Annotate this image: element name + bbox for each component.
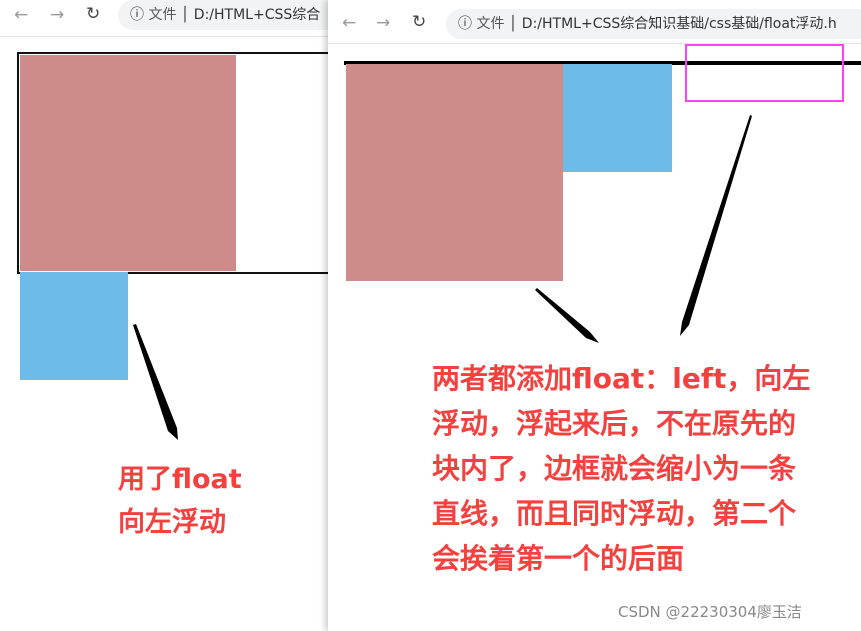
arrow-left (133, 324, 178, 440)
watermark: CSDN @22230304廖玉洁 (618, 603, 802, 621)
arrows-layer (133, 115, 752, 440)
arrow-right-1 (535, 288, 599, 343)
arrow-right-2 (680, 115, 752, 336)
